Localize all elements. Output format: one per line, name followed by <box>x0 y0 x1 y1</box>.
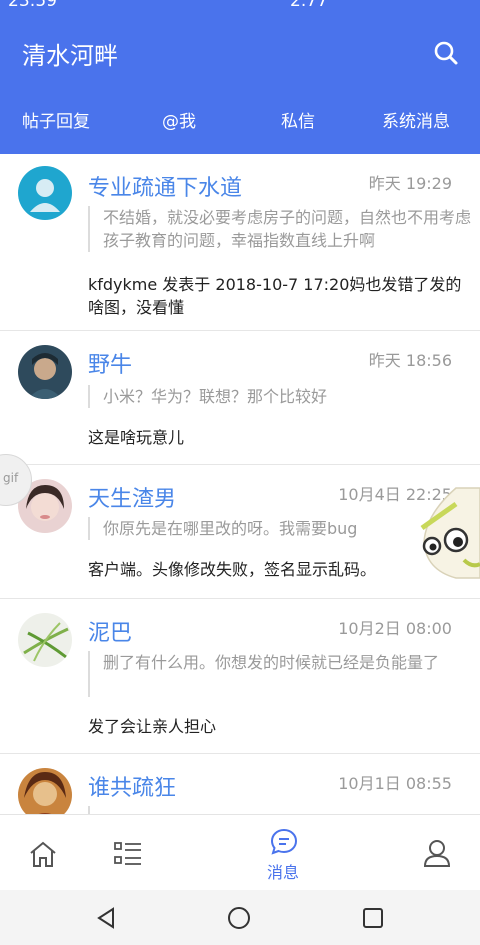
nav-home[interactable] <box>0 815 86 891</box>
nav-forum-list[interactable] <box>86 815 172 891</box>
sender-name[interactable]: 泥巴 <box>88 615 132 647</box>
avatar[interactable] <box>18 613 72 667</box>
message-icon <box>270 828 298 855</box>
status-time: 23:59 <box>8 0 57 10</box>
message-time: 10月2日 08:00 <box>338 619 452 638</box>
nav-profile[interactable] <box>394 815 480 891</box>
nav-messages[interactable]: 消息 <box>236 815 330 891</box>
sender-name[interactable]: 野牛 <box>88 347 132 379</box>
bottom-nav: 消息 <box>0 814 480 890</box>
avatar[interactable] <box>18 768 72 814</box>
tab-system-messages[interactable]: 系统消息 <box>382 102 450 142</box>
home-circle-icon[interactable] <box>227 906 251 930</box>
home-icon <box>30 841 56 867</box>
back-icon[interactable] <box>94 906 118 930</box>
search-icon <box>434 41 458 65</box>
search-button[interactable] <box>428 36 464 72</box>
avatar[interactable] <box>18 166 72 220</box>
recents-icon[interactable] <box>361 906 385 930</box>
mascot-icon <box>420 487 480 579</box>
reply-text: kfdykme 发表于 2018-10-7 17:20妈也发错了发的啥图，没看懂 <box>88 275 462 317</box>
list-item[interactable]: 专业疏通下水道 昨天 19:29 不结婚，就没必要考虑房子的问题，自然也不用考虑… <box>0 154 480 331</box>
sender-name[interactable]: 专业疏通下水道 <box>88 170 242 202</box>
reply-text: 这是啥玩意儿 <box>88 428 185 447</box>
reply-text: 客户端。头像修改失败，签名显示乱码。 <box>88 560 377 579</box>
avatar[interactable] <box>18 345 72 399</box>
reply-text: 发了会让亲人担心 <box>88 717 217 736</box>
mascot-floating-widget[interactable] <box>416 484 480 582</box>
quoted-text: 删了有什么用。你想发的时候就已经是负能量了 <box>88 651 480 697</box>
sender-name[interactable]: 天生渣男 <box>88 481 176 513</box>
app-header: 清水河畔 帖子回复 @我 私信 系统消息 <box>0 10 480 154</box>
list-item[interactable]: 谁共疏狂 10月1日 08:55 <box>0 754 480 814</box>
message-time: 10月1日 08:55 <box>338 774 452 793</box>
tab-private-messages[interactable]: 私信 <box>281 102 315 142</box>
list-icon <box>114 842 141 865</box>
profile-icon <box>423 840 451 867</box>
tab-bar: 帖子回复 @我 私信 系统消息 <box>0 102 480 142</box>
list-item[interactable]: 天生渣男 10月4日 22:25 你原先是在哪里改的呀。我需要bug 客户端。头… <box>0 465 480 599</box>
sender-name[interactable]: 谁共疏狂 <box>88 770 176 802</box>
list-item[interactable]: 野牛 昨天 18:56 小米？华为？联想？那个比较好 这是啥玩意儿 <box>0 331 480 465</box>
quoted-text: 小米？华为？联想？那个比较好 <box>88 385 480 408</box>
nav-messages-label: 消息 <box>266 863 299 882</box>
quoted-text: 不结婚，就没必要考虑房子的问题，自然也不用考虑孩子教育的问题，幸福指数直线上升啊 <box>88 206 480 252</box>
quoted-text <box>88 806 480 814</box>
message-time: 昨天 19:29 <box>368 174 452 193</box>
tab-post-replies[interactable]: 帖子回复 <box>22 102 90 142</box>
list-item[interactable]: 泥巴 10月2日 08:00 删了有什么用。你想发的时候就已经是负能量了 发了会… <box>0 599 480 754</box>
message-list: 专业疏通下水道 昨天 19:29 不结婚，就没必要考虑房子的问题，自然也不用考虑… <box>0 154 480 814</box>
gif-label: gif <box>3 471 19 485</box>
page-title: 清水河畔 <box>22 42 118 70</box>
system-nav-bar <box>0 890 480 945</box>
message-time: 昨天 18:56 <box>368 351 452 370</box>
status-bar: 23:59 2.77 <box>0 0 480 10</box>
tab-mentions[interactable]: @我 <box>162 102 196 142</box>
status-speed: 2.77 <box>290 0 328 10</box>
